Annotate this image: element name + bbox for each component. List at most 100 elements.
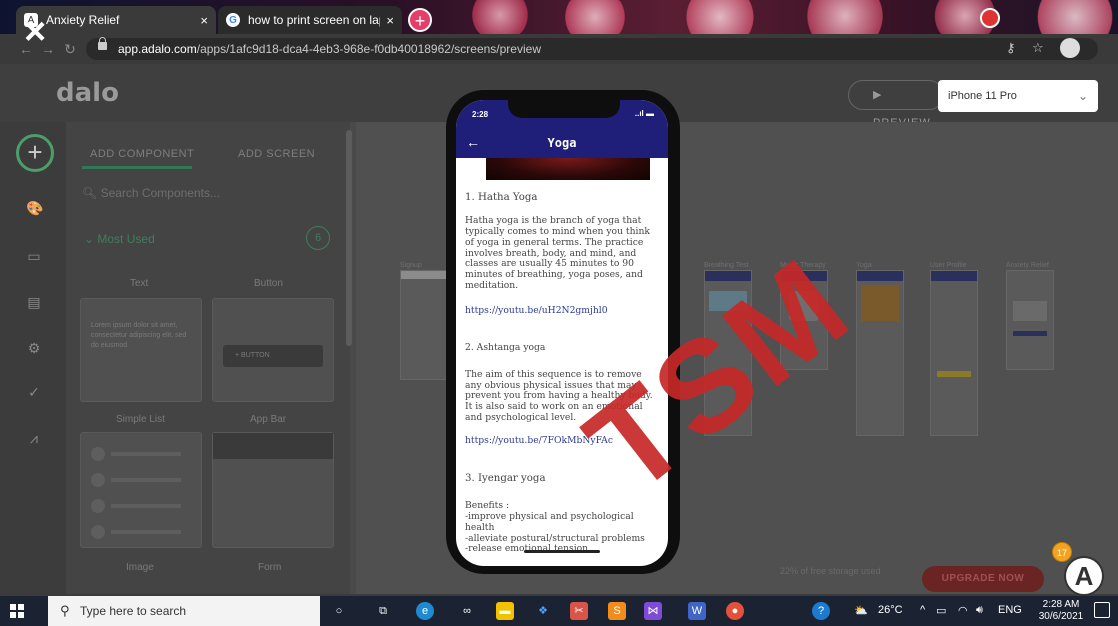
sublime-icon[interactable]: S [608,602,626,620]
key-icon[interactable]: ⚷ [1006,40,1016,56]
help-tray-icon[interactable]: ? [812,602,830,620]
adalo-logo: dalo [56,78,119,108]
visual-studio-icon[interactable]: ⋈ [644,602,662,620]
screen-thumbnail[interactable] [930,270,978,436]
phone-screen: 2:28 ..ıl ▬ ← Yoga 1. Hatha Yoga Hatha y… [456,100,668,566]
component-search[interactable]: 🔍︎ Search Components... [82,186,220,200]
task-view-icon[interactable]: ⧉ [374,602,392,620]
panel-scrollbar[interactable] [346,130,352,346]
home-indicator [524,550,600,553]
screen-label: Music Therapy [780,262,826,269]
button-component-preview: + BUTTON [223,345,323,367]
screen-thumbnail[interactable] [1006,270,1054,370]
chevron-down-icon: ⌄ [1077,89,1088,103]
url-path: /apps/1afc9d18-dca4-4eb3-968e-f0db400189… [196,42,541,56]
upgrade-now-button[interactable]: UPGRADE NOW [922,566,1044,592]
preview-button[interactable]: ▶ PREVIEW [848,80,944,129]
chrome-icon[interactable]: ● [726,602,744,620]
screen-thumbnail[interactable] [704,270,752,436]
app-bar-component-card[interactable] [212,432,334,548]
signal-battery-icon: ..ıl ▬ [634,109,654,118]
component-label-form: Form [258,562,282,573]
text-component-preview: Lorem ipsum dolor sit amet, consectetur … [91,322,187,349]
text-component-card[interactable]: Lorem ipsum dolor sit amet, consectetur … [80,298,202,402]
chevron-up-icon[interactable]: ^ [920,604,925,616]
new-tab-button[interactable]: + [408,8,432,32]
component-label-text: Text [130,278,149,289]
storage-usage-text: 22% of free storage used [780,566,881,576]
analytics-chart-icon[interactable]: ⩘ [26,430,42,446]
screens-icon[interactable]: ▭ [26,248,42,264]
section-title: Most Used [97,232,155,246]
taskbar-search[interactable]: ⚲ Type here to search [48,596,320,626]
tab-close-icon[interactable]: × [386,13,394,28]
yoga-hero-image [486,158,650,180]
device-select-value: iPhone 11 Pro [948,90,1017,102]
yoga-content: 1. Hatha Yoga Hatha yoga is the branch o… [465,192,661,555]
section-heading: 2. Ashtanga yoga [465,341,546,353]
windows-taskbar: ⚲ Type here to search ○ ⧉ e ∞ ▬ ❖ ✂ S ⋈ … [0,596,1118,626]
adalo-help-icon[interactable]: A [1064,556,1104,596]
video-link[interactable]: https://youtu.be/uH2N2gmjhl0 [465,305,608,316]
notification-center-icon[interactable] [1094,602,1110,618]
address-bar-row: ← → ↻ app.adalo.com/apps/1afc9d18-dca4-4… [0,34,1118,64]
screen-label: Anxiety Relief [1006,262,1049,269]
component-panel: ADD COMPONENT ADD SCREEN 🔍︎ Search Compo… [66,122,350,594]
video-link[interactable]: https://youtu.be/7FOkMbNyFAc [465,435,613,446]
phone-clock: 2:28 [472,110,489,119]
database-icon[interactable]: ▤ [26,294,42,310]
help-notification-badge: 17 [1052,542,1072,562]
section-heading: 1. Hatha Yoga [465,192,538,203]
simple-list-component-card[interactable] [80,432,202,548]
tab-add-component[interactable]: ADD COMPONENT [90,148,194,160]
settings-gear-icon[interactable]: ⚙ [26,340,42,356]
phone-notch [508,96,620,118]
snipping-tool-icon[interactable]: ✂ [570,602,588,620]
clock-time: 2:28 AM [1042,599,1080,610]
wifi-icon[interactable]: ◠ [958,604,968,617]
tab-google-search[interactable]: G how to print screen on laptop - × [218,6,402,34]
url-field[interactable]: app.adalo.com/apps/1afc9d18-dca4-4eb3-96… [86,38,1098,60]
dropbox-icon[interactable]: ❖ [534,602,552,620]
clock-date: 30/6/2021 [1038,611,1084,622]
reload-icon[interactable]: ↻ [62,41,78,57]
device-select[interactable]: iPhone 11 Pro ⌄ [938,80,1098,112]
add-component-icon[interactable]: + [16,134,54,172]
cortana-icon[interactable]: ○ [330,602,348,620]
floral-decoration [800,0,890,34]
windows-start-icon[interactable] [10,604,24,618]
publish-check-icon[interactable]: ✓ [26,384,42,400]
most-used-section[interactable]: ⌄ Most Used [84,232,155,246]
edge-icon[interactable]: e [416,602,434,620]
tab-add-screen[interactable]: ADD SCREEN [238,148,315,160]
system-clock[interactable]: 2:28 AM 30/6/2021 [1038,599,1084,623]
close-preview-icon[interactable]: × [24,13,60,51]
tab-title: Anxiety Relief [46,13,120,27]
screen-thumbnail[interactable] [856,270,904,436]
word-icon[interactable]: W [688,602,706,620]
screen-thumbnail[interactable] [780,270,828,370]
floral-decoration [1030,0,1118,34]
opera-profile-icon[interactable] [980,8,1000,28]
language-indicator[interactable]: ENG [998,604,1022,616]
network-icon[interactable]: ▭ [936,604,946,617]
active-tab-underline [82,166,192,169]
chevron-down-icon: ⌄ [84,232,98,246]
app-bar-title: Yoga [547,136,577,150]
screen-label: User Profile [930,262,967,269]
star-icon[interactable]: ☆ [1032,40,1044,56]
account-avatar-icon[interactable] [1060,38,1080,58]
volume-icon[interactable]: 🔊︎ [976,604,983,617]
file-explorer-icon[interactable]: ▬ [496,602,514,620]
tab-close-icon[interactable]: × [200,13,208,28]
weather-icon[interactable]: ⛅ [854,604,868,617]
button-component-card[interactable]: + BUTTON [212,298,334,402]
temperature-text: 26°C [878,604,903,616]
screen-label: Signup [400,262,422,269]
lock-icon [98,37,107,50]
palette-icon[interactable]: 🎨 [26,200,43,216]
screen-thumbnail[interactable] [400,270,448,380]
search-icon: 🔍︎ [82,186,101,200]
infinity-app-icon[interactable]: ∞ [458,602,476,620]
google-favicon-icon: G [226,13,240,27]
